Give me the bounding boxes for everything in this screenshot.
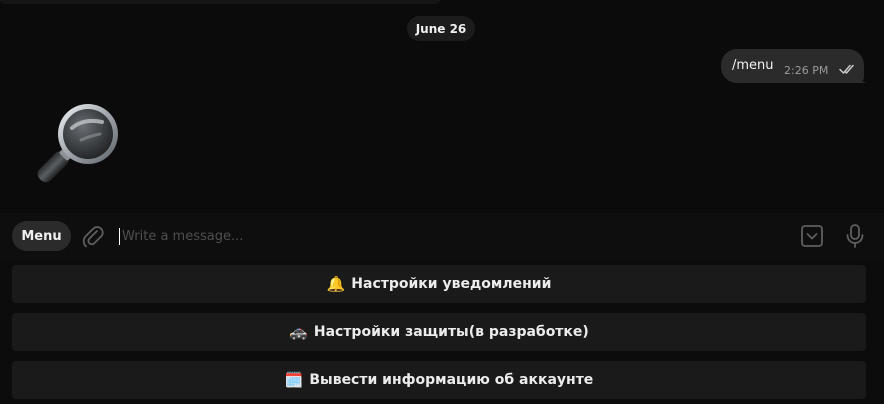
bell-icon: 🔔 bbox=[326, 275, 346, 293]
keyboard-button-label: Вывести информацию об аккаунте bbox=[309, 372, 594, 388]
keyboard-button-account-info[interactable]: 🗓️ Вывести информацию об аккаунте bbox=[12, 361, 866, 399]
message-composer: Menu bbox=[0, 213, 884, 259]
keyboard-button-protection-settings[interactable]: 🚓 Настройки защиты(в разработке) bbox=[12, 313, 866, 351]
police-car-icon: 🚓 bbox=[289, 323, 308, 341]
date-separator-label: June 26 bbox=[415, 21, 467, 36]
bot-reply-keyboard: 🔔 Настройки уведомлений 🚓 Настройки защи… bbox=[0, 259, 884, 404]
keyboard-button-notification-settings[interactable]: 🔔 Настройки уведомлений bbox=[12, 265, 866, 303]
outgoing-message-bubble[interactable]: /menu 2:26 PM bbox=[721, 49, 864, 83]
bot-menu-label: Menu bbox=[21, 228, 62, 244]
message-time: 2:26 PM bbox=[784, 64, 829, 77]
message-text: /menu bbox=[732, 58, 774, 73]
bot-commands-icon[interactable] bbox=[800, 224, 824, 248]
text-caret bbox=[119, 228, 120, 245]
bubble-tail bbox=[857, 72, 867, 83]
double-check-icon bbox=[839, 64, 854, 74]
calendar-icon: 🗓️ bbox=[284, 371, 304, 389]
previous-message-edge bbox=[0, 0, 440, 4]
keyboard-button-label: Настройки защиты(в разработке) bbox=[313, 324, 589, 340]
message-input[interactable] bbox=[122, 223, 762, 249]
microphone-icon[interactable] bbox=[844, 223, 866, 249]
magnifying-glass-sticker[interactable] bbox=[26, 98, 126, 194]
date-separator: June 26 bbox=[407, 16, 475, 41]
paperclip-icon[interactable] bbox=[82, 225, 104, 249]
chat-area: June 26 /menu 2:26 PM bbox=[0, 0, 884, 213]
keyboard-button-label: Настройки уведомлений bbox=[351, 276, 552, 292]
bot-menu-button[interactable]: Menu bbox=[12, 221, 71, 251]
